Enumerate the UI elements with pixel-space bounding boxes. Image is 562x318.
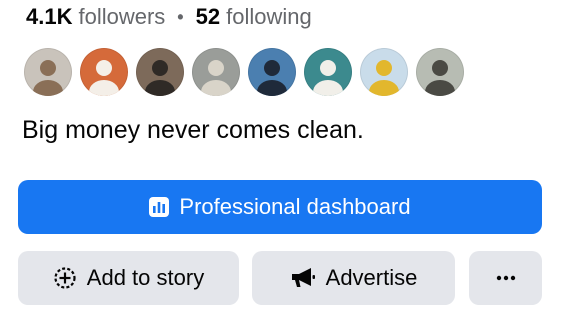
add-to-story-label: Add to story: [86, 265, 205, 290]
megaphone-icon: [290, 267, 316, 289]
stats-separator: •: [177, 6, 184, 27]
follower-avatar-7[interactable]: [360, 48, 408, 96]
profile-bio: Big money never comes clean.: [22, 116, 364, 144]
followers-label[interactable]: followers: [78, 4, 165, 30]
add-story-icon: [53, 266, 77, 290]
professional-dashboard-label: Professional dashboard: [179, 194, 411, 219]
professional-dashboard-button[interactable]: Professional dashboard: [18, 180, 542, 234]
more-options-button[interactable]: [469, 251, 542, 305]
advertise-label: Advertise: [325, 265, 418, 290]
follower-avatar-6[interactable]: [304, 48, 352, 96]
follower-avatar-5[interactable]: [248, 48, 296, 96]
follower-avatar-2[interactable]: [80, 48, 128, 96]
followers-avatar-row[interactable]: [24, 48, 472, 96]
follower-avatar-3[interactable]: [136, 48, 184, 96]
follower-avatar-1[interactable]: [24, 48, 72, 96]
follower-avatar-8[interactable]: [416, 48, 464, 96]
follow-stats: 4.1K followers • 52 following: [26, 0, 312, 34]
follower-avatar-4[interactable]: [192, 48, 240, 96]
following-count[interactable]: 52: [196, 4, 220, 30]
advertise-button[interactable]: Advertise: [252, 251, 455, 305]
following-label[interactable]: following: [226, 4, 312, 30]
dashboard-icon: [149, 197, 170, 217]
add-to-story-button[interactable]: Add to story: [18, 251, 239, 305]
more-icon: [496, 275, 516, 281]
followers-count[interactable]: 4.1K: [26, 4, 72, 30]
